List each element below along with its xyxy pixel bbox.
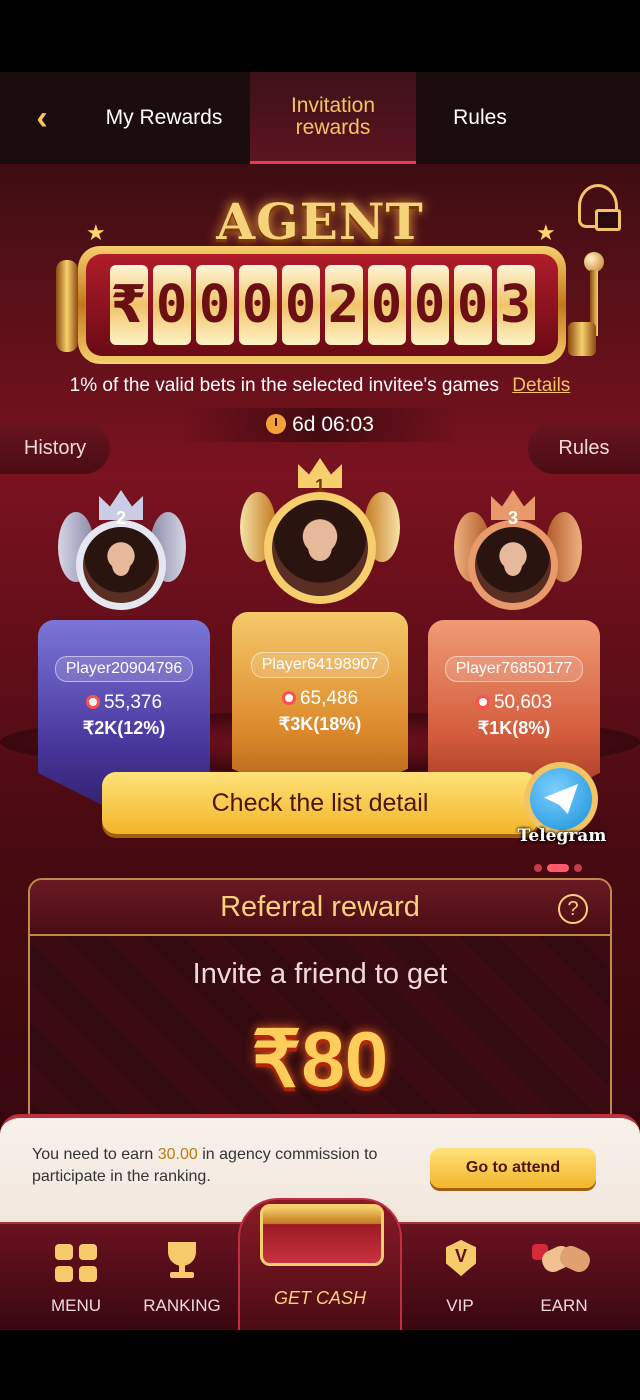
handshake-icon xyxy=(532,1238,594,1282)
player-reward: ₹2K(12%) xyxy=(82,718,166,738)
slot-lever-icon xyxy=(568,252,604,358)
jackpot-digit: 0 xyxy=(195,265,234,345)
chip-icon xyxy=(85,695,100,709)
avatar[interactable] xyxy=(272,500,368,596)
tab-rules[interactable]: Rules xyxy=(416,72,544,164)
player-score: 50,603 xyxy=(493,692,553,713)
tab-invitation-rewards[interactable]: Invitation rewards xyxy=(250,72,416,164)
jackpot-digit: 0 xyxy=(367,265,406,345)
nav-ranking[interactable]: RANKING xyxy=(132,1238,232,1316)
jackpot-digit: 0 xyxy=(238,265,277,345)
player-name: Player20904796 xyxy=(54,656,194,682)
jackpot-digit: 0 xyxy=(453,265,492,345)
telegram-button[interactable]: Telegram xyxy=(518,762,606,848)
player-reward: ₹3K(18%) xyxy=(278,714,362,734)
back-arrow-icon[interactable]: ‹ xyxy=(24,100,60,136)
chip-icon xyxy=(475,695,490,709)
jackpot-side-tube xyxy=(56,260,78,352)
jackpot-digit: 3 xyxy=(496,265,535,345)
nav-get-cash[interactable]: GET CASH xyxy=(238,1198,402,1330)
rank-badge: 3 xyxy=(507,508,518,528)
invitation-rewards-screen: ‹ My Rewards Invitation rewards Rules ★ … xyxy=(0,72,640,1330)
jackpot-description: 1% of the valid bets in the selected inv… xyxy=(69,375,571,396)
player-score: 65,486 xyxy=(299,688,359,709)
referral-title: Referral reward xyxy=(220,890,420,923)
jackpot-currency: ₹ xyxy=(109,265,148,345)
details-link[interactable]: Details xyxy=(512,375,570,396)
nav-menu[interactable]: MENU xyxy=(26,1238,126,1316)
rank-badge: 1 xyxy=(314,476,325,496)
alarm-clock-icon xyxy=(266,414,287,434)
jackpot-digit: 0 xyxy=(152,265,191,345)
player-score: 55,376 xyxy=(103,692,163,713)
rank-badge: 2 xyxy=(115,508,126,528)
avatar[interactable] xyxy=(83,527,159,603)
agent-gift-icon[interactable] xyxy=(578,184,621,231)
menu-grid-icon xyxy=(54,1238,98,1282)
referral-invite-text: Invite a friend to get xyxy=(192,958,448,990)
player-name: Player64198907 xyxy=(250,652,390,678)
help-icon[interactable]: ? xyxy=(558,894,588,924)
treasure-chest-icon xyxy=(260,1204,384,1266)
vip-shield-icon: V xyxy=(438,1238,482,1282)
history-tab[interactable]: History xyxy=(0,422,110,474)
player-reward: ₹1K(8%) xyxy=(477,718,551,738)
rules-tab[interactable]: Rules xyxy=(528,422,640,474)
check-list-button[interactable]: Check the list detail xyxy=(102,772,538,834)
jackpot-digit: 2 xyxy=(324,265,363,345)
tab-my-rewards[interactable]: My Rewards xyxy=(78,72,250,164)
notice-message: You need to earn 30.00 in agency commiss… xyxy=(32,1146,378,1185)
jackpot-digit: 0 xyxy=(410,265,449,345)
jackpot-counter: ₹ 000020003 xyxy=(78,246,566,364)
carousel-dots xyxy=(534,864,582,872)
chip-icon xyxy=(281,691,296,705)
telegram-label: Telegram xyxy=(517,826,607,846)
jackpot-digit: 0 xyxy=(281,265,320,345)
nav-earn[interactable]: EARN xyxy=(514,1238,614,1316)
trophy-icon xyxy=(160,1238,204,1282)
referral-amount: ₹80 xyxy=(251,1015,389,1103)
countdown-timer: 6d 06:03 xyxy=(180,408,460,442)
nav-vip[interactable]: V VIP xyxy=(410,1238,510,1316)
avatar[interactable] xyxy=(475,527,551,603)
go-to-attend-button[interactable]: Go to attend xyxy=(430,1148,596,1188)
bottom-nav: MENU RANKING GET CASH V VIP EARN xyxy=(0,1198,640,1330)
top-bar: ‹ My Rewards Invitation rewards Rules xyxy=(0,72,640,164)
player-name: Player76850177 xyxy=(444,656,584,682)
